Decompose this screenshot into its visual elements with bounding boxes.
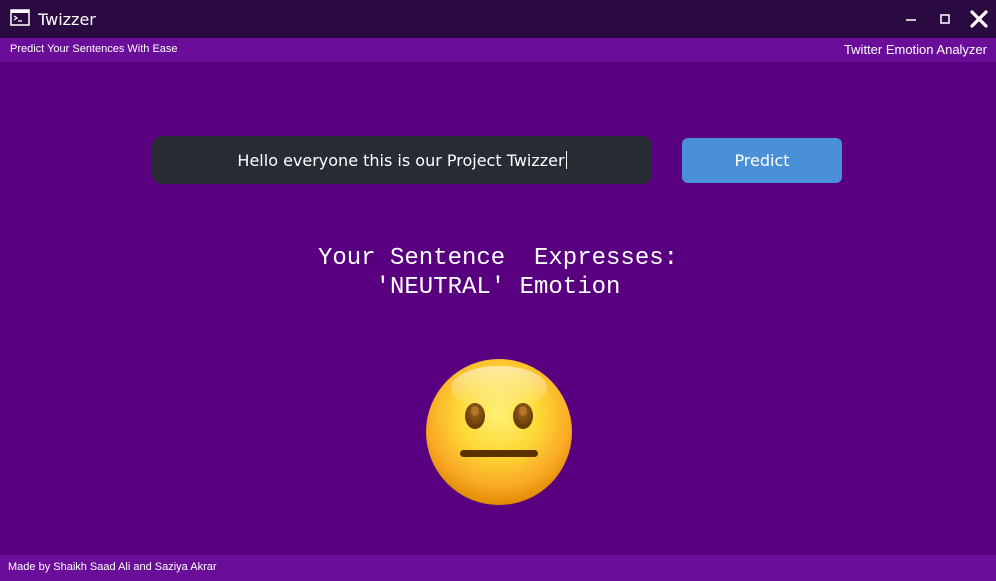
tagline: Predict Your Sentences With Ease <box>10 43 178 55</box>
title-bar[interactable]: Twizzer <box>0 0 996 38</box>
minimize-icon <box>906 19 916 21</box>
neutral-face-icon <box>426 359 572 505</box>
window-controls <box>894 0 996 38</box>
minimize-button[interactable] <box>894 0 928 38</box>
sentence-input-value: Hello everyone this is our Project Twizz… <box>237 150 565 170</box>
maximize-button[interactable] <box>928 0 962 38</box>
close-icon <box>970 10 988 28</box>
sentence-input[interactable]: Hello everyone this is our Project Twizz… <box>152 136 652 184</box>
maximize-icon <box>940 14 950 24</box>
predict-button[interactable]: Predict <box>682 138 842 183</box>
text-caret <box>565 151 567 169</box>
result-line-1: Your Sentence Expresses: <box>317 245 679 272</box>
subheader-bar: Predict Your Sentences With Ease Twitter… <box>0 38 996 62</box>
close-button[interactable] <box>962 0 996 38</box>
app-subtitle: Twitter Emotion Analyzer <box>843 42 987 57</box>
terminal-icon <box>10 8 30 26</box>
result-line-2: 'NEUTRAL' Emotion <box>375 274 621 301</box>
footer-bar: Made by Shaikh Saad Ali and Saziya Akrar <box>0 555 996 581</box>
window-title: Twizzer <box>38 9 96 29</box>
result-text: Your Sentence Expresses: 'NEUTRAL' Emotio… <box>0 244 996 302</box>
app-window: Twizzer Predict Your Sentences With Ease… <box>0 0 996 581</box>
footer-credits: Made by Shaikh Saad Ali and Saziya Akrar <box>8 561 217 573</box>
